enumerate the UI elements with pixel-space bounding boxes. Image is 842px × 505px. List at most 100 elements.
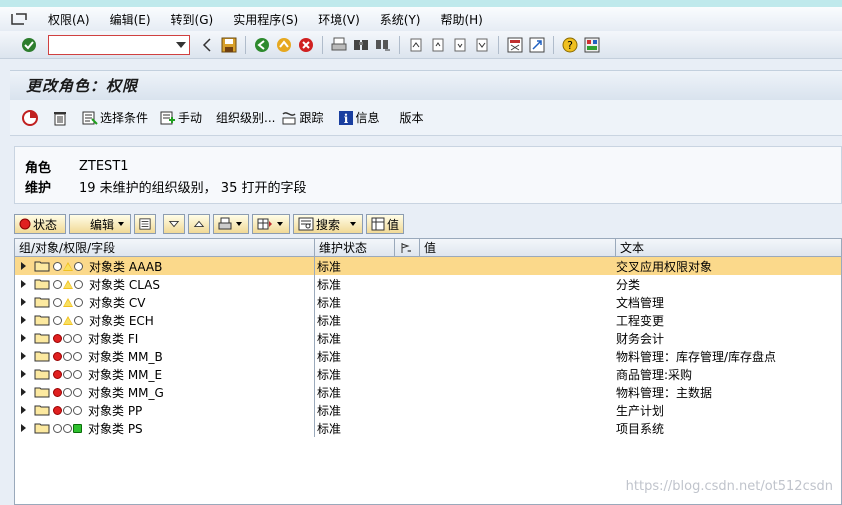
layout-button[interactable] <box>252 214 290 234</box>
version-button[interactable]: 版本 <box>400 109 424 126</box>
tree-node-cell[interactable]: 对象类 MM_B <box>15 347 315 365</box>
tree-node-cell[interactable]: 对象类 CLAS <box>15 275 315 293</box>
expand-button[interactable] <box>163 214 185 234</box>
new-session-icon[interactable] <box>506 36 524 54</box>
table-row[interactable]: 对象类 FI 标准 财务会计 <box>15 329 841 347</box>
org-levels-button[interactable]: 组织级别... <box>216 109 275 126</box>
trace-button[interactable]: 跟踪 <box>281 109 324 126</box>
search-icon <box>298 217 314 231</box>
traffic-light-icon <box>53 351 83 361</box>
save-icon[interactable] <box>220 36 238 54</box>
tree-node-cell[interactable]: 对象类 CV <box>15 293 315 311</box>
menu-environment[interactable]: 环境(V) <box>308 11 370 28</box>
flag-cell <box>395 329 420 347</box>
previous-page-icon[interactable] <box>429 36 447 54</box>
search-dropdown-icon[interactable] <box>350 222 357 226</box>
select-criteria-label: 选择条件 <box>100 111 149 125</box>
help-icon[interactable]: ? <box>561 36 579 54</box>
flag-cell <box>395 347 420 365</box>
menu-authorization[interactable]: 权限(A) <box>38 11 100 28</box>
command-field[interactable] <box>48 34 190 55</box>
edit-dropdown-icon[interactable] <box>118 222 125 226</box>
menu-edit[interactable]: 编辑(E) <box>100 11 161 28</box>
tree-node-cell[interactable]: 对象类 AAAB <box>15 257 315 275</box>
menu-utilities[interactable]: 实用程序(S) <box>223 11 308 28</box>
role-label: 角色 <box>25 160 52 176</box>
table-row[interactable]: 对象类 CLAS 标准 分类 <box>15 275 841 293</box>
tree-node-cell[interactable]: 对象类 MM_E <box>15 365 315 383</box>
version-label: 版本 <box>399 111 424 125</box>
table-row[interactable]: 对象类 MM_B 标准 物料管理：库存管理/库存盘点 <box>15 347 841 365</box>
tree-node-cell[interactable]: 对象类 MM_G <box>15 383 315 401</box>
print-dropdown-icon[interactable] <box>236 222 242 226</box>
table-row[interactable]: 对象类 MM_E 标准 商品管理:采购 <box>15 365 841 383</box>
column-header-flag[interactable]: = <box>395 239 420 256</box>
expand-node-icon[interactable] <box>21 424 26 432</box>
tree-node-cell[interactable]: 对象类 PS <box>15 419 315 437</box>
expand-all-button[interactable] <box>134 214 156 234</box>
application-toolbar: 选择条件 手动 组织级别... 跟踪 i 信息 版本 <box>10 100 842 136</box>
info-button[interactable]: i 信息 <box>338 109 380 126</box>
table-row[interactable]: 对象类 PS 标准 项目系统 <box>15 419 841 437</box>
delete-button[interactable] <box>52 110 70 126</box>
find-icon[interactable] <box>352 36 370 54</box>
collapse-left-icon[interactable] <box>198 36 216 54</box>
table-row[interactable]: 对象类 ECH 标准 工程变更 <box>15 311 841 329</box>
column-header-maint-status[interactable]: 维护状态 <box>315 239 395 256</box>
search-button[interactable]: 搜索 <box>293 214 363 234</box>
expand-node-icon[interactable] <box>21 334 26 342</box>
exit-icon[interactable] <box>275 36 293 54</box>
layout-menu-icon[interactable] <box>583 36 601 54</box>
edit-button[interactable]: 编辑 <box>69 214 131 234</box>
last-page-icon[interactable] <box>473 36 491 54</box>
table-row[interactable]: 对象类 AAAB 标准 交叉应用权限对象 <box>15 257 841 275</box>
next-page-icon[interactable] <box>451 36 469 54</box>
tree-node-cell[interactable]: 对象类 PP <box>15 401 315 419</box>
flag-column-icon: = <box>401 242 411 254</box>
table-row[interactable]: 对象类 MM_G 标准 物料管理：主数据 <box>15 383 841 401</box>
enter-icon[interactable] <box>20 36 38 54</box>
shortcut-icon[interactable] <box>528 36 546 54</box>
table-row[interactable]: 对象类 PP 标准 生产计划 <box>15 401 841 419</box>
table-row[interactable]: 对象类 CV 标准 文档管理 <box>15 293 841 311</box>
traffic-light-icon <box>53 333 83 343</box>
menu-system[interactable]: 系统(Y) <box>370 11 431 28</box>
tree-node-cell[interactable]: 对象类 ECH <box>15 311 315 329</box>
tree-node-cell[interactable]: 对象类 FI <box>15 329 315 347</box>
display-change-button[interactable] <box>22 109 40 126</box>
expand-node-icon[interactable] <box>21 352 26 360</box>
column-header-text[interactable]: 文本 <box>616 239 841 256</box>
object-class-name: 对象类 PP <box>88 403 143 418</box>
command-input[interactable] <box>49 35 169 54</box>
menu-goto[interactable]: 转到(G) <box>161 11 224 28</box>
column-header-value[interactable]: 值 <box>420 239 616 256</box>
toolbar-separator <box>553 35 554 54</box>
system-menu-icon[interactable] <box>10 11 30 27</box>
chevron-down-icon[interactable] <box>176 41 186 48</box>
layout-dropdown-icon[interactable] <box>277 222 283 226</box>
first-page-icon[interactable] <box>407 36 425 54</box>
back-icon[interactable] <box>253 36 271 54</box>
manual-button[interactable]: 手动 <box>160 109 202 126</box>
traffic-light-icon <box>53 315 84 325</box>
print-icon[interactable] <box>330 36 348 54</box>
column-header-object[interactable]: 组/对象/权限/字段 <box>15 239 315 256</box>
print-view-button[interactable] <box>213 214 249 234</box>
text-cell: 财务会计 <box>616 331 665 346</box>
expand-node-icon[interactable] <box>21 316 26 324</box>
expand-node-icon[interactable] <box>21 370 26 378</box>
select-criteria-button[interactable]: 选择条件 <box>82 109 148 126</box>
flag-cell <box>395 311 420 329</box>
menu-help[interactable]: 帮助(H) <box>430 11 492 28</box>
find-next-icon[interactable] <box>374 36 392 54</box>
expand-node-icon[interactable] <box>21 388 26 396</box>
collapse-button[interactable] <box>188 214 210 234</box>
value-cell <box>420 419 616 437</box>
cancel-icon[interactable] <box>297 36 315 54</box>
expand-node-icon[interactable] <box>21 262 26 270</box>
expand-node-icon[interactable] <box>21 298 26 306</box>
expand-node-icon[interactable] <box>21 406 26 414</box>
expand-node-icon[interactable] <box>21 280 26 288</box>
status-button[interactable]: 状态 <box>14 214 66 234</box>
value-button[interactable]: 值 <box>366 214 404 234</box>
